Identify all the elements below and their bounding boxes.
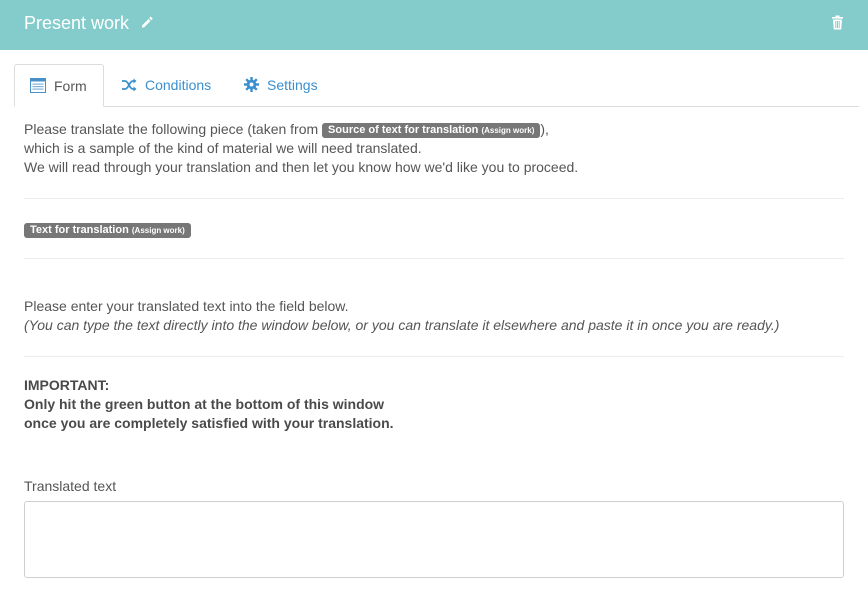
tab-conditions[interactable]: Conditions [121,64,211,105]
intro-text: Please translate the following piece (ta… [24,120,844,177]
text-badge-label: Text for translation [30,224,129,236]
tab-settings[interactable]: Settings [244,64,318,105]
trash-icon[interactable] [831,15,844,30]
shuffle-icon [122,78,137,91]
intro-line-1: Please translate the following piece (ta… [24,120,844,139]
source-field-badge: Source of text for translation (Assign w… [322,123,541,138]
text-field-badge: Text for translation (Assign work) [24,223,191,238]
translated-text-label: Translated text [24,478,117,494]
pencil-icon[interactable] [140,15,154,29]
form-icon [30,78,46,93]
translated-text-input[interactable] [24,501,844,578]
source-badge-small: (Assign work) [481,126,535,135]
gear-icon [244,77,259,92]
instructions-line-2: (You can type the text directly into the… [24,317,780,333]
tab-conditions-label: Conditions [145,76,212,93]
tab-settings-label: Settings [267,76,318,93]
page-header: Present work [0,0,868,50]
instructions: Please enter your translated text into t… [24,297,779,335]
divider [24,258,844,259]
important-notice: IMPORTANT: Only hit the green button at … [24,376,394,433]
divider [24,198,844,199]
text-badge-small: (Assign work) [131,226,185,235]
intro-line-3: We will read through your translation an… [24,159,579,175]
intro-line-1-text: Please translate the following piece (ta… [24,121,323,137]
important-line-1: Only hit the green button at the bottom … [24,396,385,412]
instructions-line-1: Please enter your translated text into t… [24,298,349,314]
tab-bar: Form Conditions Settings [14,64,859,107]
text-for-translation-row: Text for translation (Assign work) [24,221,191,239]
important-line-2: once you are completely satisfied with y… [24,415,394,431]
important-heading: IMPORTANT: [24,377,110,393]
divider [24,356,844,357]
tab-form-label: Form [54,77,87,94]
tab-form[interactable]: Form [14,64,104,107]
intro-line-2: which is a sample of the kind of materia… [24,140,422,156]
source-badge-label: Source of text for translation [328,124,479,136]
intro-line-1-end: ), [540,121,549,137]
page-title: Present work [24,13,130,33]
